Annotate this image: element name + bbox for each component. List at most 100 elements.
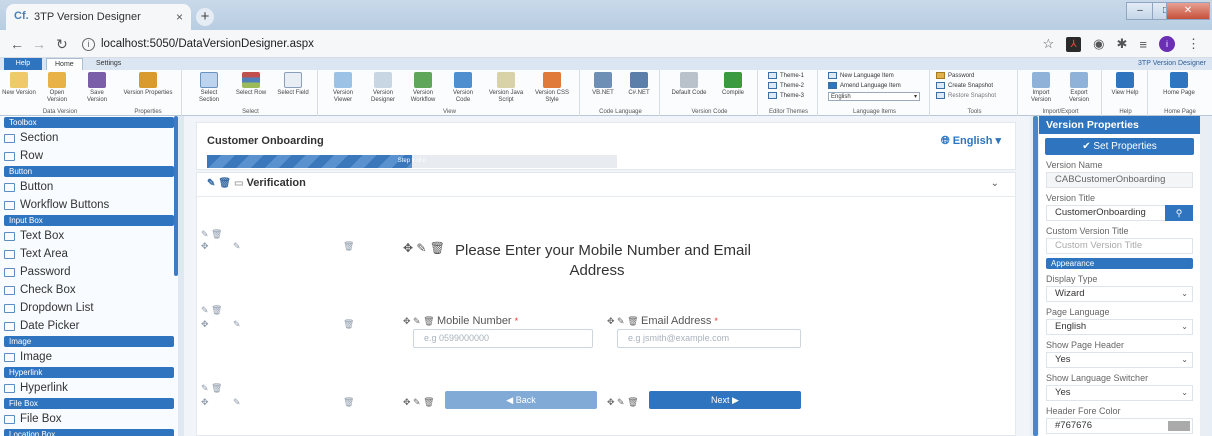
color-swatch[interactable] [1168,421,1190,431]
toolbox-item[interactable]: Workflow Buttons [0,196,178,214]
close-window-button[interactable]: ✕ [1166,2,1210,20]
minimize-button[interactable]: – [1126,2,1154,20]
version-properties-button[interactable]: Version Properties [120,72,176,97]
select-field-button[interactable]: Select Field [276,72,310,97]
field-controls[interactable]: ✥ ✎ 🗑︎ [403,241,445,255]
trash-icon[interactable]: 🗑︎ [343,319,354,330]
field-controls[interactable]: ✥ ✎ 🗑︎ [403,397,435,408]
trash-icon[interactable]: 🗑︎ [343,241,354,252]
move-icon[interactable]: ✥ [201,397,209,408]
toolbox-item-icon [4,304,15,313]
pdf-extension-icon[interactable]: ⅄ [1066,36,1082,52]
page-title: Customer Onboarding [207,135,324,147]
move-icon[interactable]: ✥ [201,241,209,252]
display-type-select[interactable]: Wizard ⌄ [1046,286,1193,302]
theme-2-button[interactable]: Theme-2 [768,81,804,91]
url-field[interactable]: i localhost:5050/DataVersionDesigner.asp… [82,34,1022,54]
reading-list-icon[interactable]: ≡ [1139,37,1147,52]
site-info-icon[interactable]: i [82,37,95,51]
vbnet-button[interactable]: VB.NET [586,72,620,97]
new-language-item-button[interactable]: New Language Item [828,71,894,81]
theme-1-button[interactable]: Theme-1 [768,71,804,81]
page-language-select[interactable]: English ⌄ [1046,319,1193,335]
view-help-button[interactable]: View Help [1108,72,1142,97]
tab-help[interactable]: Help [4,58,42,70]
toolbox-item[interactable]: Row [0,147,178,165]
version-code-button[interactable]: Version Code [446,72,480,104]
header-color-field[interactable]: #767676 [1046,418,1193,434]
custom-title-input[interactable]: Custom Version Title [1046,238,1193,254]
tab-settings[interactable]: Settings [88,58,129,70]
create-snapshot-button[interactable]: Create Snapshot [936,81,993,91]
edit-icon[interactable]: ✎ [233,241,241,252]
trash-icon[interactable]: 🗑︎ [343,397,354,408]
show-switcher-select[interactable]: Yes ⌄ [1046,385,1193,401]
back-button[interactable]: ◀ Back [445,391,597,409]
csharp-button[interactable]: C#.NET [622,72,656,97]
designer-scrollbar[interactable] [1033,116,1038,436]
extensions-puzzle-icon[interactable]: ✱ [1117,36,1128,52]
toolbox-item[interactable]: Password [0,263,178,281]
toolbox-item[interactable]: Section [0,129,178,147]
mobile-number-input[interactable]: e.g 0599000000 [413,329,593,348]
version-workflow-button[interactable]: Version Workflow [406,72,440,104]
home-page-button[interactable]: Home Page [1162,72,1196,97]
move-icon[interactable]: ✥ [201,319,209,330]
close-tab-icon[interactable]: × [176,10,183,24]
profile-avatar[interactable]: i [1159,36,1175,52]
toolbox-item[interactable]: Image [0,348,178,366]
collapse-chevron-icon[interactable]: ⌄ [991,178,999,189]
language-combo[interactable]: English ▾ [828,92,920,101]
reload-icon[interactable]: ↻ [56,36,68,53]
toolbox-item[interactable]: File Box [0,410,178,428]
browser-menu-icon[interactable]: ⋮ [1187,36,1200,52]
back-arrow-icon[interactable]: ← [10,36,24,52]
toolbox-item[interactable]: Text Box [0,227,178,245]
edit-icon[interactable]: ✎ [207,178,215,189]
forward-arrow-icon[interactable]: → [32,36,46,52]
search-icon[interactable]: ⚲ [1165,205,1193,221]
save-version-button[interactable]: Save Version [80,72,114,104]
next-button[interactable]: Next ▶ [649,391,801,409]
tab-home[interactable]: Home [46,58,83,70]
toolbox-item[interactable]: Check Box [0,281,178,299]
toolbox-item[interactable]: Text Area [0,245,178,263]
theme-3-button[interactable]: Theme-3 [768,91,804,101]
record-extension-icon[interactable]: ◉ [1093,36,1104,52]
restore-snapshot-button[interactable]: Restore Snapshot [936,91,996,101]
export-version-button[interactable]: Export Version [1062,72,1096,104]
field-controls[interactable]: ✥ ✎ 🗑︎ [607,397,639,408]
edit-icon[interactable]: ✎ [233,397,241,408]
email-address-input[interactable]: e.g jsmith@example.com [617,329,801,348]
toolbox-item[interactable]: Hyperlink [0,379,178,397]
browser-tab[interactable]: Cf. 3TP Version Designer × [6,4,191,30]
version-css-button[interactable]: Version CSS Style [530,72,574,104]
select-section-button[interactable]: Select Section [192,72,226,104]
default-code-button[interactable]: Default Code [666,72,712,97]
password-button[interactable]: Password [936,71,974,81]
import-version-button[interactable]: Import Version [1024,72,1058,104]
amend-language-item-button[interactable]: Amend Language Item [828,81,901,91]
set-properties-button[interactable]: ✔ Set Properties [1045,138,1194,155]
show-header-select[interactable]: Yes ⌄ [1046,352,1193,368]
select-row-button[interactable]: Select Row [234,72,268,97]
toolbox-item[interactable]: Date Picker [0,317,178,335]
toolbox-item[interactable]: Button [0,178,178,196]
open-version-button[interactable]: Open Version [40,72,74,104]
bookmark-star-icon[interactable]: ☆ [1043,36,1055,52]
edit-icon[interactable]: ✎ [233,319,241,330]
toolbox-item[interactable]: Dropdown List [0,299,178,317]
version-designer-button[interactable]: Version Designer [366,72,400,104]
row-edit-controls[interactable]: ✎ 🗑︎ [201,383,222,394]
new-tab-button[interactable]: + [196,8,214,26]
properties-scrollbar[interactable] [1202,116,1208,436]
trash-icon[interactable]: 🗑︎ [218,178,231,189]
language-switcher[interactable]: 🌐︎ English ▾ [941,134,1001,148]
version-viewer-button[interactable]: Version Viewer [326,72,360,104]
version-title-field[interactable]: CustomerOnboarding ⚲ [1046,205,1193,221]
compile-button[interactable]: Compile [716,72,750,97]
new-version-button[interactable]: New Version [2,72,36,97]
row-edit-controls[interactable]: ✎ 🗑︎ [201,305,222,316]
row-edit-controls[interactable]: ✎ 🗑︎ [201,229,222,240]
version-javascript-button[interactable]: Version Java Script [486,72,526,104]
